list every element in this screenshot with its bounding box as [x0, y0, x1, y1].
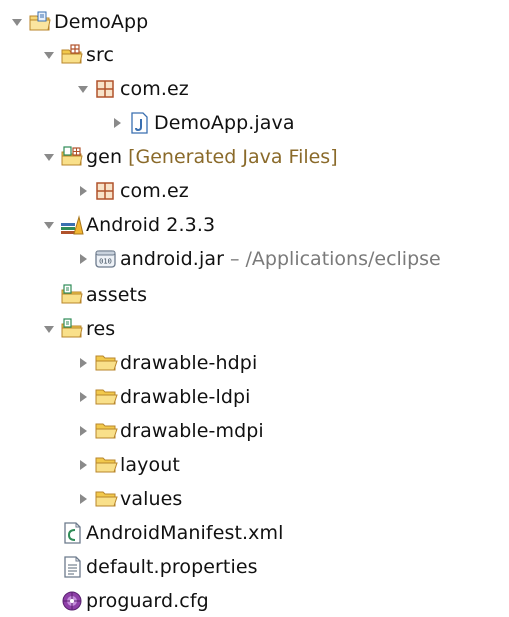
collapse-arrow-icon[interactable]: [76, 382, 90, 412]
tree-label-res-item: drawable-ldpi: [120, 386, 251, 408]
tree-label-java-file: DemoApp.java: [154, 112, 295, 134]
folder-icon: [94, 386, 118, 408]
expand-arrow-icon[interactable]: [42, 142, 56, 172]
folder-icon: [94, 454, 118, 476]
text-file-icon: [60, 556, 84, 578]
tree-label-res-item: drawable-hdpi: [120, 352, 258, 374]
tree-row-proguard[interactable]: proguard.cfg: [60, 586, 209, 616]
source-folder-icon: [60, 44, 84, 66]
tree-row-res-item[interactable]: values: [76, 484, 182, 514]
tree-label-manifest: AndroidManifest.xml: [86, 522, 284, 544]
package-icon: [94, 78, 118, 100]
tree-label-res: res: [86, 318, 116, 340]
expand-arrow-icon[interactable]: [10, 7, 24, 37]
java-file-icon: [128, 112, 152, 134]
source-folder-icon: [60, 318, 84, 340]
tree-label-res-item: drawable-mdpi: [120, 420, 264, 442]
tree-label-gen: gen: [86, 146, 123, 168]
tree-row-android-library[interactable]: Android 2.3.3: [42, 210, 215, 240]
collapse-arrow-icon[interactable]: [76, 176, 90, 206]
tree-row-gen-package[interactable]: com.ez: [76, 176, 189, 206]
expand-arrow-icon[interactable]: [42, 210, 56, 240]
tree-label-android-library: Android 2.3.3: [86, 214, 216, 236]
tree-row-res-item[interactable]: layout: [76, 450, 180, 480]
folder-icon: [94, 420, 118, 442]
tree-row-res-item[interactable]: drawable-ldpi: [76, 382, 251, 412]
tree-row-res-item[interactable]: drawable-hdpi: [76, 348, 257, 378]
tree-label-proguard: proguard.cfg: [86, 590, 209, 612]
tree-row-assets[interactable]: assets: [60, 280, 147, 310]
tree-decoration-gen: [Generated Java Files]: [128, 146, 338, 168]
svg-text:010: 010: [99, 258, 112, 266]
collapse-arrow-icon[interactable]: [76, 244, 90, 274]
collapse-arrow-icon[interactable]: [76, 416, 90, 446]
tree-row-project[interactable]: DemoApp: [10, 7, 148, 37]
config-file-icon: [60, 590, 84, 612]
tree-row-src-package[interactable]: com.ez: [76, 74, 189, 104]
tree-label-res-item: layout: [120, 454, 180, 476]
folder-icon: [94, 488, 118, 510]
folder-icon: [94, 352, 118, 374]
expand-arrow-icon[interactable]: [76, 74, 90, 104]
tree-row-res[interactable]: res: [42, 314, 115, 344]
tree-row-res-item[interactable]: drawable-mdpi: [76, 416, 264, 446]
tree-row-gen[interactable]: gen [Generated Java Files]: [42, 142, 338, 172]
jar-icon: 010: [94, 248, 118, 270]
collapse-arrow-icon[interactable]: [76, 450, 90, 480]
tree-decoration-android-jar: – /Applications/eclipse: [229, 248, 441, 270]
tree-label-properties: default.properties: [86, 556, 258, 578]
tree-label-res-item: values: [120, 488, 183, 510]
tree-row-src[interactable]: src: [42, 40, 114, 70]
tree-label-src: src: [86, 44, 115, 66]
tree-label-src-package: com.ez: [120, 78, 189, 100]
package-explorer-tree: DemoApp src com.ez DemoApp.java gen [Gen…: [0, 0, 509, 617]
expand-arrow-icon[interactable]: [42, 40, 56, 70]
tree-label-android-jar: android.jar: [120, 248, 224, 270]
tree-label-gen-package: com.ez: [120, 180, 189, 202]
library-icon: [60, 214, 84, 236]
source-folder-icon: [60, 284, 84, 306]
tree-row-manifest[interactable]: AndroidManifest.xml: [60, 518, 284, 548]
collapse-arrow-icon[interactable]: [76, 484, 90, 514]
xml-file-icon: [60, 522, 84, 544]
package-icon: [94, 180, 118, 202]
source-folder-icon: [60, 146, 84, 168]
expand-arrow-icon[interactable]: [42, 314, 56, 344]
collapse-arrow-icon[interactable]: [76, 348, 90, 378]
collapse-arrow-icon[interactable]: [110, 108, 124, 138]
project-folder-icon: [28, 11, 52, 33]
tree-label-assets: assets: [86, 284, 148, 306]
tree-row-android-jar[interactable]: 010 android.jar – /Applications/eclipse: [76, 244, 441, 274]
tree-row-java-file[interactable]: DemoApp.java: [110, 108, 295, 138]
tree-label-project: DemoApp: [54, 11, 149, 33]
tree-row-properties[interactable]: default.properties: [60, 552, 258, 582]
